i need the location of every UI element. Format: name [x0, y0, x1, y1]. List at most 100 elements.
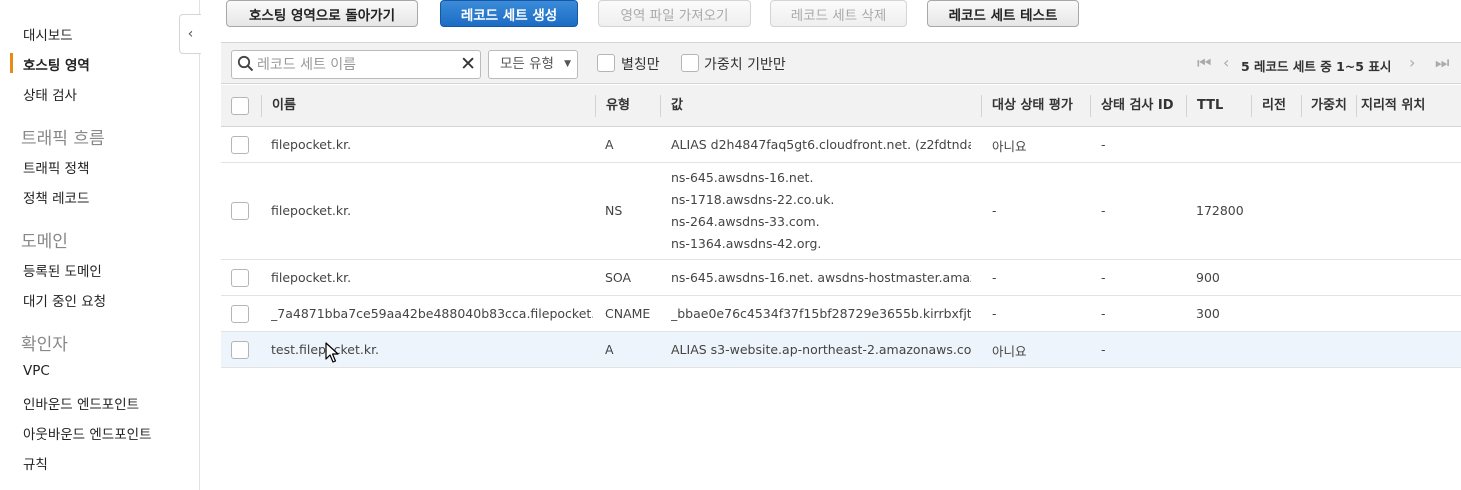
column-header-region[interactable]: 리전 [1262, 85, 1286, 127]
column-header-type[interactable]: 유형 [606, 85, 630, 127]
sidebar-group-resolver: 확인자 [21, 335, 68, 355]
cell-type: A [605, 137, 614, 152]
create-record-set-button[interactable]: 레코드 세트 생성 [440, 0, 578, 27]
record-sets-table: 이름 유형 값 대상 상태 평가 상태 검사 ID TTL 리전 가중치 지리적… [221, 85, 1461, 368]
cell-evaluate-target-health: - [992, 270, 997, 285]
table-row[interactable]: test.filepocket.kr. A ALIAS s3-website.a… [221, 332, 1461, 368]
sidebar-item-registered-domains[interactable]: 등록된 도메인 [23, 260, 102, 280]
last-page-icon[interactable]: ⏭ [1435, 53, 1449, 73]
row-checkbox[interactable] [231, 269, 249, 287]
value-line: ns-1718.awsdns-22.co.uk. [671, 192, 835, 207]
sidebar: 대시보드 호스팅 영역 상태 검사 트래픽 흐름 트래픽 정책 정책 레코드 도… [0, 0, 200, 490]
active-indicator [10, 53, 13, 73]
record-type-select[interactable]: 모든 유형 ▼ [488, 50, 578, 79]
cell-ttl: 300 [1196, 306, 1220, 321]
table-header: 이름 유형 값 대상 상태 평가 상태 검사 ID TTL 리전 가중치 지리적… [221, 85, 1461, 127]
cell-name: test.filepocket.kr. [271, 342, 380, 357]
column-header-weight[interactable]: 가중치 [1311, 85, 1347, 127]
sidebar-item-inbound-endpoints[interactable]: 인바운드 엔드포인트 [23, 393, 139, 413]
column-separator [1186, 95, 1187, 117]
column-header-geolocation[interactable]: 지리적 위치 [1361, 85, 1425, 127]
select-all-checkbox[interactable] [231, 97, 249, 115]
cell-ttl: 172800 [1196, 203, 1244, 218]
pagination-text: 5 레코드 세트 중 1~5 표시 [1241, 59, 1392, 74]
column-separator [261, 95, 262, 117]
cell-evaluate-target-health: 아니요 [992, 344, 1027, 359]
prev-page-icon[interactable]: ‹ [1223, 53, 1229, 73]
cell-name: _7a4871bba7ce59aa42be488040b83cca.filepo… [271, 306, 593, 321]
column-header-evaluate-target-health[interactable]: 대상 상태 평가 [992, 85, 1073, 127]
column-separator [981, 95, 982, 117]
sidebar-item-hosted-zones[interactable]: 호스팅 영역 [23, 54, 90, 74]
column-separator [595, 95, 596, 117]
search-box: ✕ [231, 50, 481, 79]
cell-value: ns-645.awsdns-16.net. awsdns-hostmaster.… [671, 270, 971, 285]
cell-type: SOA [605, 270, 632, 285]
cell-type: NS [605, 203, 623, 218]
clear-search-icon[interactable]: ✕ [460, 53, 476, 75]
sidebar-item-rules[interactable]: 규칙 [23, 453, 48, 473]
row-checkbox[interactable] [231, 341, 249, 359]
cell-health-check-id: - [1101, 306, 1106, 321]
alias-only-label: 별칭만 [621, 57, 660, 73]
test-record-set-button[interactable]: 레코드 세트 테스트 [927, 0, 1079, 27]
column-separator [1301, 95, 1302, 117]
pagination: ⏮ ‹ 5 레코드 세트 중 1~5 표시 › ⏭ [1191, 53, 1461, 75]
filter-bar: ✕ 모든 유형 ▼ 별칭만 가중치 기반만 ⏮ ‹ 5 레코드 세트 중 1~5… [221, 42, 1461, 84]
column-header-value[interactable]: 값 [671, 85, 683, 127]
column-header-name[interactable]: 이름 [272, 85, 296, 127]
sidebar-item-health-checks[interactable]: 상태 검사 [23, 84, 77, 104]
import-zone-file-button[interactable]: 영역 파일 가져오기 [598, 0, 751, 27]
weighted-only-checkbox[interactable] [681, 54, 699, 72]
next-page-icon[interactable]: › [1409, 53, 1415, 73]
back-to-hosted-zones-button[interactable]: 호스팅 영역으로 돌아가기 [226, 0, 418, 27]
cell-value: ALIAS d2h4847faq5gt6.cloudfront.net. (z2… [671, 137, 971, 152]
column-separator [1090, 95, 1091, 117]
row-checkbox[interactable] [231, 202, 249, 220]
sidebar-item-pending-requests[interactable]: 대기 중인 요청 [23, 290, 106, 310]
cell-name: filepocket.kr. [271, 270, 352, 285]
cell-name: filepocket.kr. [271, 203, 352, 218]
cell-health-check-id: - [1101, 203, 1106, 218]
row-checkbox[interactable] [231, 136, 249, 154]
table-row[interactable]: _7a4871bba7ce59aa42be488040b83cca.filepo… [221, 296, 1461, 332]
first-page-icon[interactable]: ⏮ [1197, 53, 1211, 73]
sidebar-item-traffic-policies[interactable]: 트래픽 정책 [23, 157, 89, 177]
sidebar-collapse-button[interactable]: ‹ [179, 14, 201, 54]
sidebar-group-traffic-flow: 트래픽 흐름 [21, 129, 105, 149]
cell-name: filepocket.kr. [271, 137, 352, 152]
table-row[interactable]: filepocket.kr. NS ns-645.awsdns-16.net. … [221, 163, 1461, 260]
value-line: ns-645.awsdns-16.net. [671, 170, 814, 185]
cell-ttl: 900 [1196, 270, 1220, 285]
cell-type: A [605, 342, 614, 357]
sidebar-item-dashboard[interactable]: 대시보드 [23, 24, 73, 44]
column-header-ttl[interactable]: TTL [1197, 85, 1223, 127]
mouse-cursor-icon [325, 342, 339, 363]
weighted-only-label: 가중치 기반만 [704, 57, 786, 73]
column-separator [660, 95, 661, 117]
sidebar-item-vpc[interactable]: VPC [23, 363, 50, 379]
record-type-select-value: 모든 유형 [500, 56, 554, 72]
sidebar-item-outbound-endpoints[interactable]: 아웃바운드 엔드포인트 [23, 423, 152, 443]
cell-evaluate-target-health: - [992, 306, 997, 321]
value-line: ns-264.awsdns-33.com. [671, 214, 820, 229]
cell-value: ALIAS s3-website.ap-northeast-2.amazonaw… [671, 342, 971, 357]
cell-evaluate-target-health: 아니요 [992, 139, 1027, 154]
sidebar-group-domains: 도메인 [21, 232, 68, 252]
caret-down-icon: ▼ [564, 59, 571, 69]
table-row[interactable]: filepocket.kr. A ALIAS d2h4847faq5gt6.cl… [221, 127, 1461, 163]
alias-only-checkbox[interactable] [597, 54, 615, 72]
column-separator [1251, 95, 1252, 117]
table-row[interactable]: filepocket.kr. SOA ns-645.awsdns-16.net.… [221, 260, 1461, 296]
delete-record-set-button[interactable]: 레코드 세트 삭제 [770, 0, 907, 27]
cell-value: ns-645.awsdns-16.net. ns-1718.awsdns-22.… [671, 167, 971, 255]
cell-type: CNAME [605, 306, 651, 321]
sidebar-item-policy-records[interactable]: 정책 레코드 [23, 187, 89, 207]
cell-evaluate-target-health: - [992, 203, 997, 218]
search-input[interactable] [257, 54, 452, 75]
cell-health-check-id: - [1101, 137, 1106, 152]
cell-value: _bbae0e76c4534f37f15bf28729e3655b.kirrbx… [671, 306, 971, 321]
row-checkbox[interactable] [231, 305, 249, 323]
cell-health-check-id: - [1101, 342, 1106, 357]
column-header-health-check-id[interactable]: 상태 검사 ID [1101, 85, 1174, 127]
